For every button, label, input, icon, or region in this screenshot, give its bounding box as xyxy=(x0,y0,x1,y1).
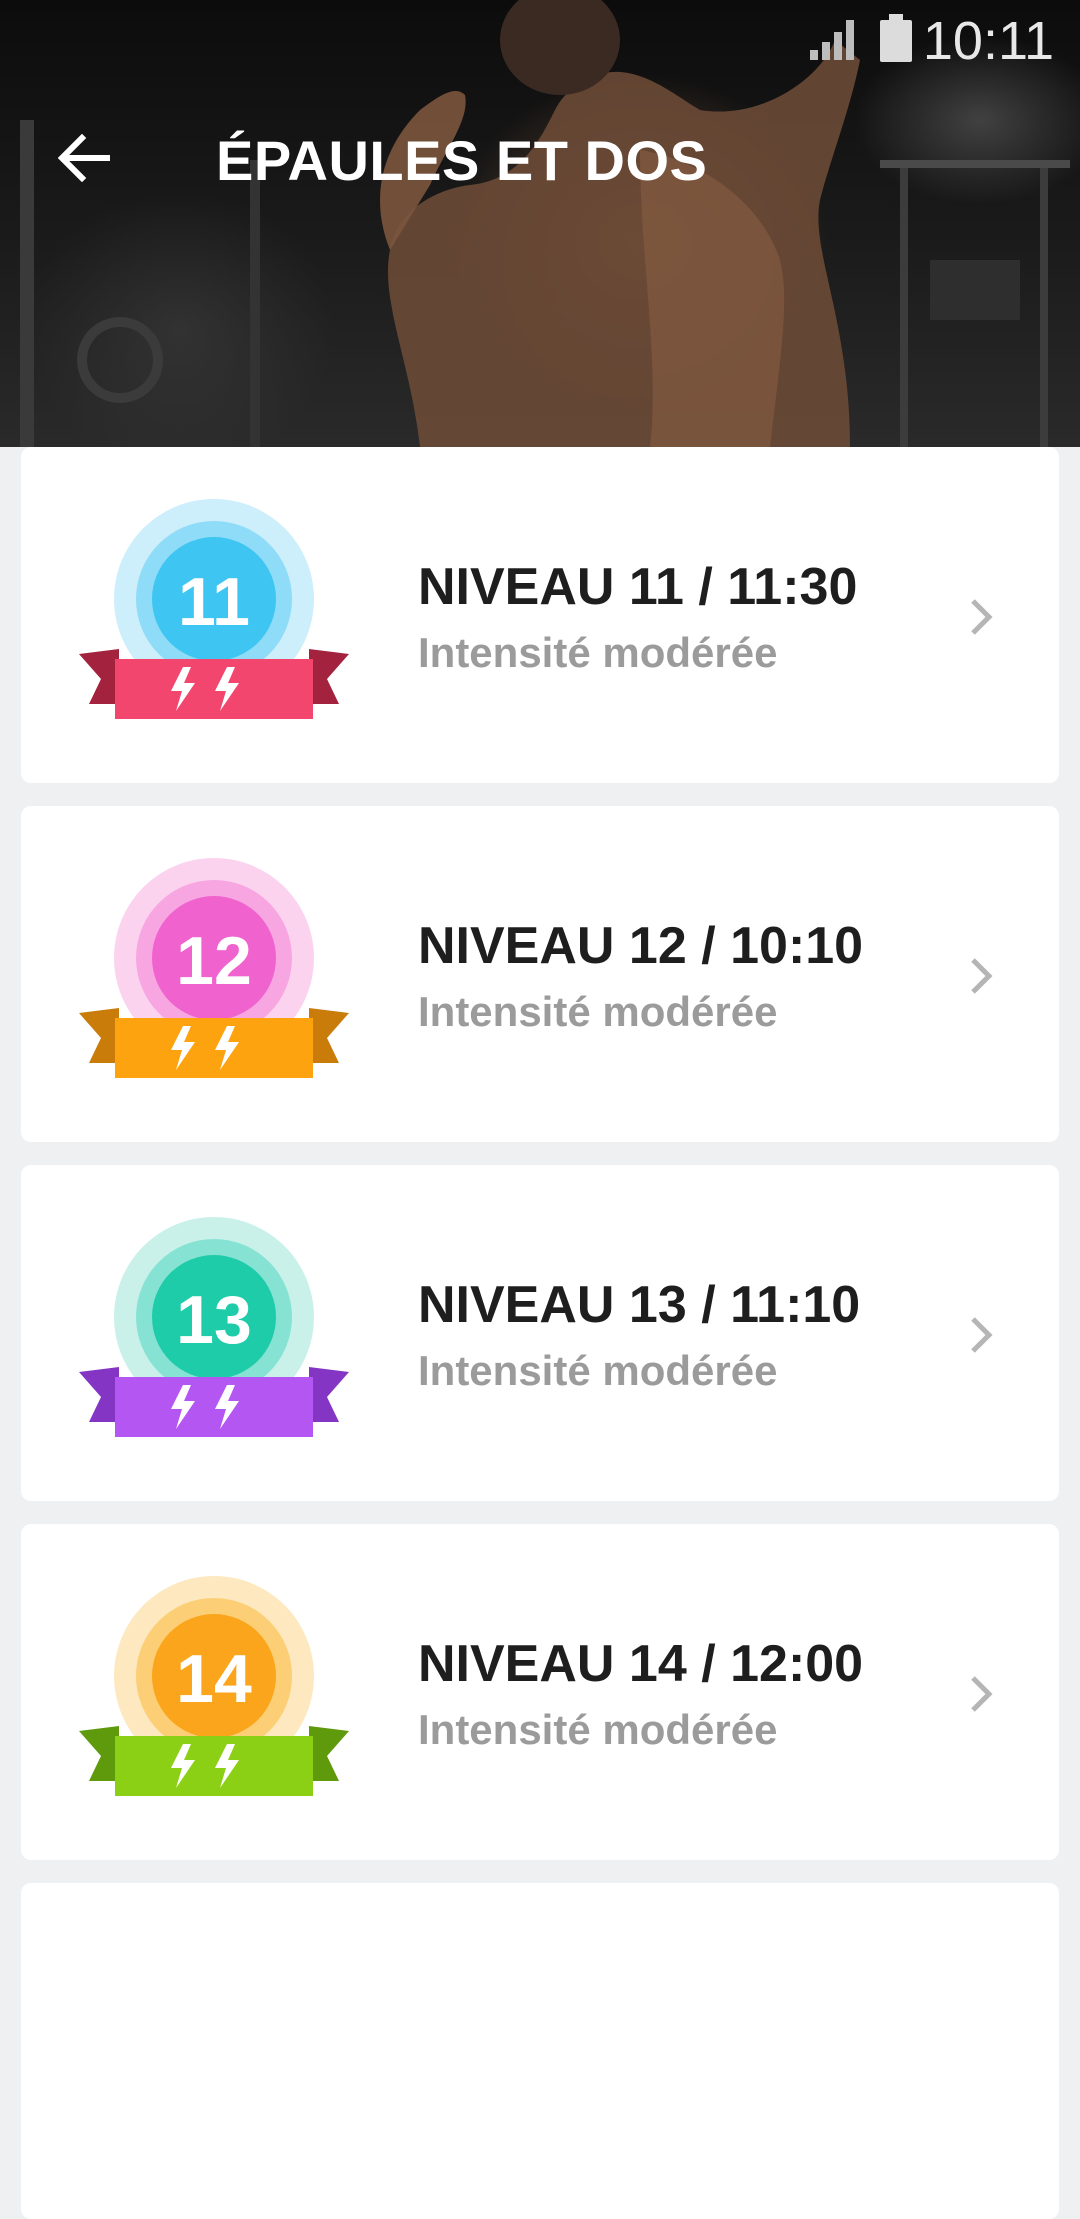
level-intensity: Intensité modérée xyxy=(418,1706,778,1753)
header-banner: 10:11 ÉPAULES ET DOS xyxy=(0,0,1080,447)
level-intensity: Intensité modérée xyxy=(418,988,778,1035)
level-badge-icon: 13 xyxy=(79,1217,349,1437)
level-badge-icon: 14 xyxy=(79,1576,349,1796)
level-intensity: Intensité modérée xyxy=(418,1347,778,1394)
level-title: NIVEAU 11 / 11:30 xyxy=(418,558,858,616)
battery-icon xyxy=(880,14,912,62)
chevron-right-icon xyxy=(971,599,993,635)
level-card-14[interactable]: 14 NIVEAU 14 / 12:00 Intensité modérée xyxy=(21,1524,1059,1860)
badge-number: 11 xyxy=(178,564,250,640)
chevron-right-icon xyxy=(971,958,993,994)
signal-icon xyxy=(810,20,854,60)
badge-number: 14 xyxy=(176,1641,252,1717)
level-card-13[interactable]: 13 NIVEAU 13 / 11:10 Intensité modérée xyxy=(21,1165,1059,1501)
badge-number: 13 xyxy=(176,1282,252,1358)
level-card-partial[interactable] xyxy=(21,1883,1059,2219)
back-button[interactable] xyxy=(44,118,124,198)
badge-number: 12 xyxy=(176,923,252,999)
level-card-12[interactable]: 12 NIVEAU 12 / 10:10 Intensité modérée xyxy=(21,806,1059,1142)
status-time: 10:11 xyxy=(922,11,1054,71)
level-intensity: Intensité modérée xyxy=(418,629,778,676)
arrow-back-icon xyxy=(58,134,110,182)
chevron-right-icon xyxy=(971,1317,993,1353)
level-title: NIVEAU 14 / 12:00 xyxy=(418,1635,864,1693)
status-bar: 10:11 xyxy=(0,0,1080,80)
level-card-11[interactable]: 11 NIVEAU 11 / 11:30 Intensité modérée xyxy=(21,447,1059,783)
level-badge-icon: 12 xyxy=(79,858,349,1078)
page-title: ÉPAULES ET DOS xyxy=(216,129,708,192)
level-badge-icon: 11 xyxy=(79,499,349,719)
chevron-right-icon xyxy=(971,1676,993,1712)
level-title: NIVEAU 12 / 10:10 xyxy=(418,917,864,975)
level-title: NIVEAU 13 / 11:10 xyxy=(418,1276,861,1334)
